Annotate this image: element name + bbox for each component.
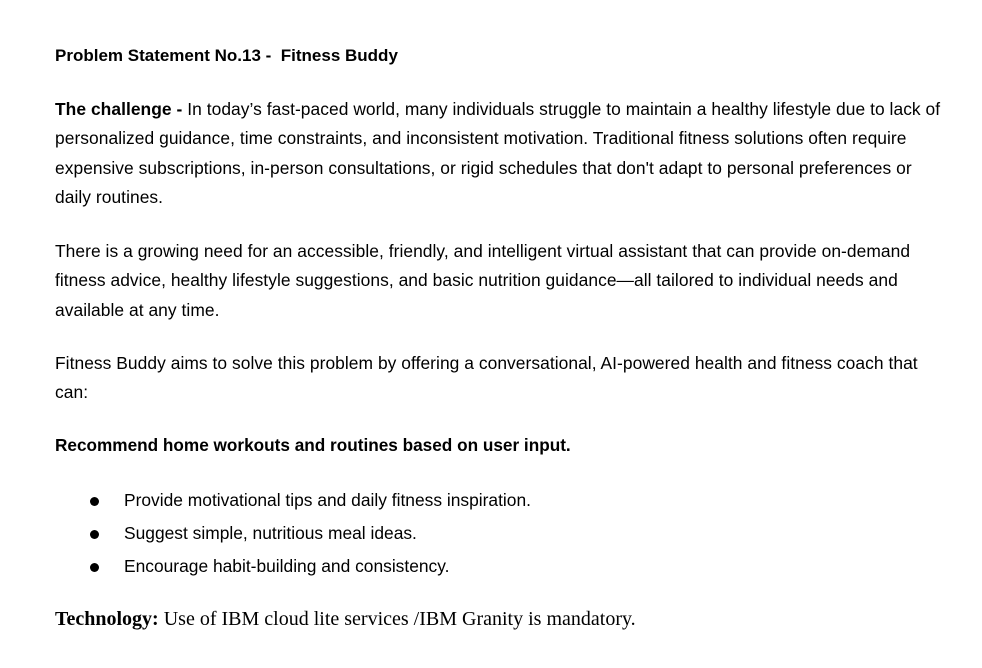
bullet-icon	[90, 497, 99, 506]
challenge-text: In today’s fast-paced world, many indivi…	[55, 99, 941, 208]
bullet-text: Encourage habit-building and consistency…	[124, 556, 450, 576]
challenge-label: The challenge -	[55, 99, 188, 119]
bullet-item: Encourage habit-building and consistency…	[55, 552, 947, 585]
need-paragraph: There is a growing need for an accessibl…	[55, 241, 911, 320]
bullet-text: Suggest simple, nutritious meal ideas.	[124, 523, 417, 543]
document-title: Problem Statement No.13 - Fitness Buddy	[55, 46, 398, 65]
challenge-paragraph: The challenge - In today’s fast-paced wo…	[55, 95, 947, 213]
bullet-text: Provide motivational tips and daily fitn…	[124, 490, 531, 510]
bullet-icon	[90, 530, 99, 539]
bullet-icon	[90, 563, 99, 572]
bullet-item: Provide motivational tips and daily fitn…	[55, 486, 947, 519]
document-page: Problem Statement No.13 - Fitness Buddy …	[55, 0, 955, 668]
bullet-list: Provide motivational tips and daily fitn…	[55, 486, 947, 585]
technology-text: Use of IBM cloud lite services /IBM Gran…	[158, 608, 636, 630]
technology-label: Technology:	[55, 608, 159, 630]
subheading: Recommend home workouts and routines bas…	[55, 435, 571, 455]
bullet-item: Suggest simple, nutritious meal ideas.	[55, 519, 947, 552]
technology-line: Technology: Use of IBM cloud lite servic…	[55, 605, 636, 633]
aim-paragraph: Fitness Buddy aims to solve this problem…	[55, 353, 918, 403]
